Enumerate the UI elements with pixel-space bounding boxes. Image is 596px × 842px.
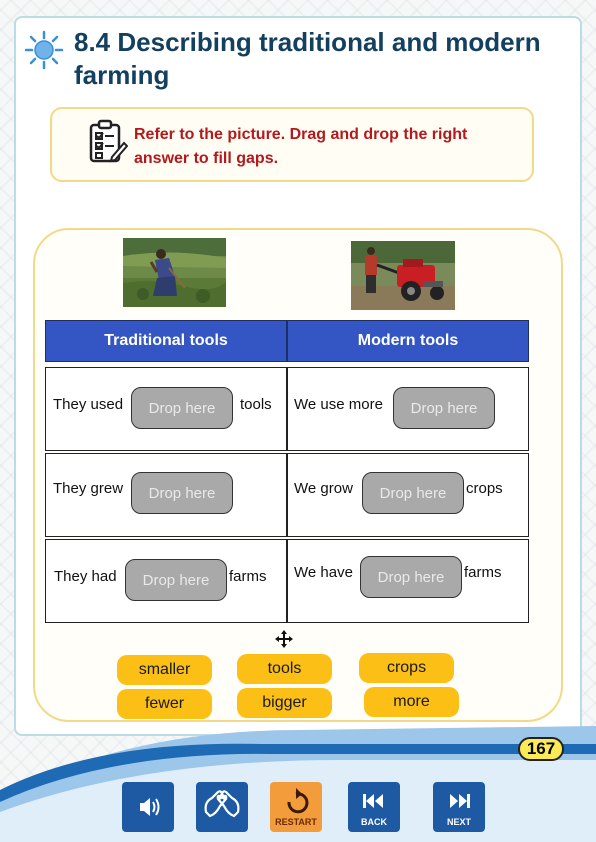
drop-zone-modern-1[interactable]: Drop here: [393, 387, 495, 429]
answer-chip-bigger[interactable]: bigger: [237, 688, 332, 718]
sign-language-icon: [204, 790, 240, 818]
move-icon: [275, 630, 293, 648]
cell-text: They used: [53, 396, 124, 413]
answer-chip-fewer[interactable]: fewer: [117, 689, 212, 719]
drop-zone-traditional-1[interactable]: Drop here: [131, 387, 233, 429]
sun-icon: [24, 30, 64, 70]
header-modern-tools: Modern tools: [287, 320, 529, 362]
table-cell-modern-2: We grow Drop here crops: [287, 453, 529, 537]
instruction-text: Refer to the picture. Drag and drop the …: [134, 126, 468, 167]
answer-chip-more[interactable]: more: [364, 687, 459, 717]
cell-text: farms: [464, 564, 502, 581]
cell-text: We use more: [294, 396, 383, 413]
answer-chip-tools[interactable]: tools: [237, 654, 332, 684]
next-button[interactable]: NEXT: [433, 782, 485, 832]
instruction-box: Refer to the picture. Drag and drop the …: [50, 107, 534, 182]
cell-text: crops: [466, 480, 503, 497]
header-traditional-tools: Traditional tools: [45, 320, 287, 362]
drop-zone-modern-2[interactable]: Drop here: [362, 472, 464, 514]
answer-chip-smaller[interactable]: smaller: [117, 655, 212, 685]
cell-text: farms: [229, 568, 267, 585]
table-cell-traditional-1: They used Drop here tools: [45, 367, 287, 451]
audio-button[interactable]: [122, 782, 174, 832]
cell-text: They grew: [53, 480, 124, 497]
drop-zone-traditional-2[interactable]: Drop here: [131, 472, 233, 514]
table-cell-modern-3: We have Drop here farms: [287, 539, 529, 623]
cell-text: tools: [240, 396, 272, 413]
table-cell-modern-1: We use more Drop here: [287, 367, 529, 451]
answer-chip-crops[interactable]: crops: [359, 653, 454, 683]
back-label: BACK: [361, 817, 387, 827]
restart-button[interactable]: RESTART: [270, 782, 322, 832]
table-cell-traditional-3: They had Drop here farms: [45, 539, 287, 623]
modern-farming-photo: [351, 241, 455, 310]
page-number-badge: 167: [518, 737, 564, 761]
restart-label: RESTART: [275, 817, 317, 827]
traditional-farming-photo: [123, 238, 226, 307]
sign-language-button[interactable]: [196, 782, 248, 832]
cell-text: We grow: [294, 480, 353, 497]
table-cell-traditional-2: They grew Drop here: [45, 453, 287, 537]
next-label: NEXT: [446, 817, 471, 827]
cell-text: They had: [54, 568, 117, 585]
audio-icon: [140, 798, 160, 816]
page-title: 8.4 Describing traditional and modern fa…: [74, 27, 541, 90]
checklist-icon: [89, 119, 128, 163]
back-button[interactable]: BACK: [348, 782, 400, 832]
drop-zone-traditional-3[interactable]: Drop here: [125, 559, 227, 601]
drop-zone-modern-3[interactable]: Drop here: [360, 556, 462, 598]
cell-text: We have: [294, 564, 353, 581]
